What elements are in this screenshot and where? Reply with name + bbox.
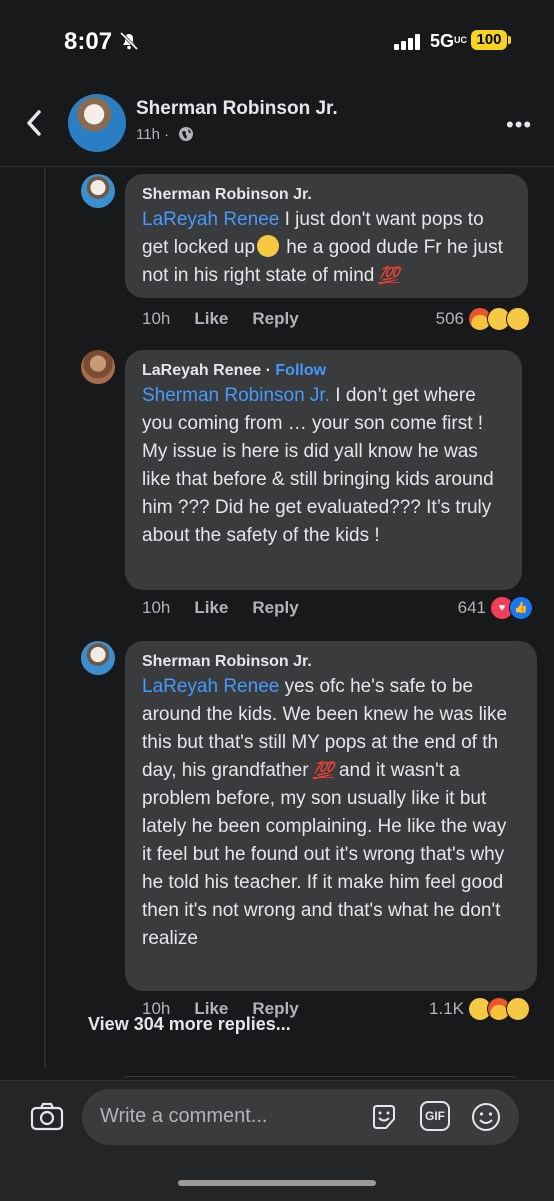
sad-reaction-icon bbox=[506, 307, 530, 331]
thread-line bbox=[44, 168, 46, 1068]
reaction-icons[interactable] bbox=[468, 997, 530, 1021]
comment-time: 10h bbox=[142, 598, 171, 617]
comment-bubble: LaReyah Renee · Follow Sherman Robinson … bbox=[125, 350, 522, 590]
comment-author-line: LaReyah Renee · Follow bbox=[142, 362, 327, 379]
comment-author[interactable]: Sherman Robinson Jr. bbox=[142, 651, 520, 673]
camera-icon[interactable] bbox=[30, 1101, 64, 1131]
sticker-icon[interactable] bbox=[368, 1101, 400, 1133]
more-options-icon[interactable]: ••• bbox=[506, 112, 532, 138]
comment-text: Sherman Robinson Jr. I don’t get where y… bbox=[142, 385, 494, 546]
muted-bell-icon bbox=[119, 31, 139, 51]
comment-bubble: Sherman Robinson Jr. LaReyah Renee I jus… bbox=[125, 174, 528, 298]
reaction-count[interactable]: 641 bbox=[430, 598, 486, 618]
comment-text: LaReyah Renee yes ofc he's safe to be ar… bbox=[142, 676, 508, 949]
comment-time: 10h bbox=[142, 309, 171, 328]
status-time: 8:07 bbox=[64, 28, 113, 55]
gif-button[interactable]: GIF bbox=[420, 1101, 450, 1131]
comment-meta: 10h Like Reply bbox=[142, 309, 323, 329]
home-indicator bbox=[178, 1180, 376, 1186]
emoji-icon[interactable] bbox=[470, 1101, 502, 1133]
like-button[interactable]: Like bbox=[194, 309, 228, 328]
mention-link[interactable]: LaReyah Renee bbox=[142, 676, 279, 697]
view-more-replies-link[interactable]: View 304 more replies... bbox=[88, 1014, 291, 1035]
hundred-emoji-icon: 💯 bbox=[312, 761, 334, 780]
network-label: 5GUC bbox=[430, 31, 468, 51]
status-bar: 8:07 5GUC 100 bbox=[0, 0, 554, 86]
reaction-count[interactable]: 1.1K bbox=[404, 999, 464, 1019]
post-author-name[interactable]: Sherman Robinson Jr. bbox=[136, 98, 338, 120]
post-header: Sherman Robinson Jr. 11h · ••• bbox=[0, 86, 554, 167]
post-timestamp: 11h · bbox=[136, 126, 170, 143]
sad-reaction-icon bbox=[506, 997, 530, 1021]
battery-indicator: 100 bbox=[471, 30, 511, 50]
commenter-avatar[interactable] bbox=[81, 641, 115, 675]
signal-bars-icon bbox=[394, 34, 420, 50]
like-reaction-icon: 👍 bbox=[509, 596, 533, 620]
mention-link[interactable]: Sherman Robinson Jr. bbox=[142, 385, 330, 406]
comment-author[interactable]: Sherman Robinson Jr. bbox=[142, 184, 511, 206]
comment-text: LaReyah Renee I just don't want pops to … bbox=[142, 206, 511, 290]
mention-link[interactable]: LaReyah Renee bbox=[142, 209, 279, 230]
comment-meta: 10h Like Reply bbox=[142, 598, 323, 618]
commenter-avatar[interactable] bbox=[81, 174, 115, 208]
reaction-count[interactable]: 506 bbox=[412, 309, 464, 329]
back-chevron-icon[interactable] bbox=[24, 108, 44, 138]
crying-emoji-icon bbox=[257, 235, 280, 257]
comment-input[interactable]: Write a comment... GIF bbox=[82, 1089, 519, 1145]
comment-input-placeholder: Write a comment... bbox=[100, 1105, 268, 1127]
reaction-icons[interactable]: ♥ 👍 bbox=[490, 596, 533, 620]
author-avatar[interactable] bbox=[68, 94, 126, 152]
comment-bubble: Sherman Robinson Jr. LaReyah Renee yes o… bbox=[125, 641, 537, 991]
commenter-avatar[interactable] bbox=[81, 350, 115, 384]
like-button[interactable]: Like bbox=[194, 598, 228, 617]
comment-author[interactable]: LaReyah Renee bbox=[142, 362, 261, 379]
reaction-icons[interactable] bbox=[468, 307, 530, 331]
hundred-emoji-icon: 💯 bbox=[378, 266, 400, 285]
reply-button[interactable]: Reply bbox=[252, 598, 298, 617]
follow-button[interactable]: Follow bbox=[275, 362, 326, 379]
globe-icon bbox=[179, 127, 193, 141]
reply-button[interactable]: Reply bbox=[252, 309, 298, 328]
